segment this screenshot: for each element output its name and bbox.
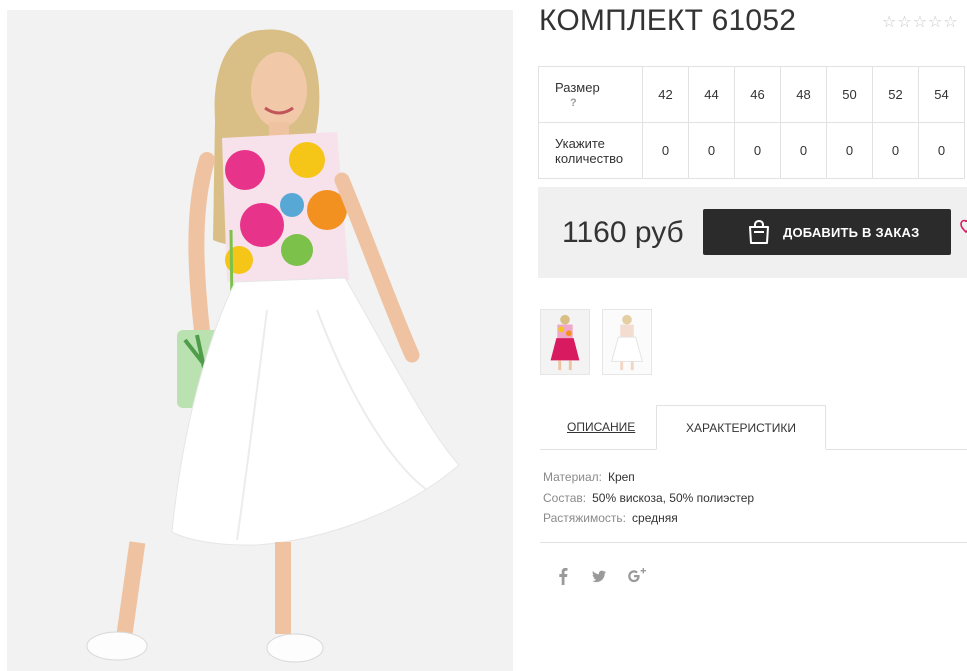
quantity-label-cell: Укажите количество	[538, 122, 643, 179]
characteristics-list: Материал: Креп Состав: 50% вискоза, 50% по…	[543, 467, 754, 529]
characteristic-value: средняя	[632, 511, 678, 525]
size-cell: 46	[734, 66, 781, 123]
size-help-icon[interactable]: ?	[555, 97, 642, 109]
quantity-label-line1: Укажите	[555, 135, 605, 151]
tab-characteristics[interactable]: ХАРАКТЕРИСТИКИ	[656, 405, 826, 450]
tab-characteristics-label: ХАРАКТЕРИСТИКИ	[685, 420, 796, 435]
size-label-cell: Размер ?	[538, 66, 643, 123]
characteristic-row: Материал: Креп	[543, 467, 754, 488]
thumbnail-pink-skirt[interactable]	[540, 309, 590, 375]
quantity-input[interactable]: 0	[826, 122, 873, 179]
quantity-input[interactable]: 0	[734, 122, 781, 179]
twitter-glyph	[592, 570, 606, 583]
product-title: КОМПЛЕКТ 61052	[539, 4, 797, 37]
quantity-input[interactable]: 0	[872, 122, 919, 179]
facebook-icon[interactable]	[558, 567, 568, 585]
size-cell: 54	[918, 66, 965, 123]
size-cell: 50	[826, 66, 873, 123]
size-label: Размер	[555, 80, 600, 95]
price: 1160 руб	[562, 216, 684, 249]
google-plus-glyph	[628, 568, 646, 583]
rating-stars[interactable]: ☆☆☆☆☆	[882, 12, 959, 32]
quantity-input[interactable]: 0	[918, 122, 965, 179]
heart-icon[interactable]	[959, 218, 967, 234]
characteristic-row: Растяжимость: средняя	[543, 508, 754, 529]
size-quantity-table: Размер ? 42 44 46 48 50 52 54 Укажите ко…	[538, 66, 965, 179]
quantity-input[interactable]: 0	[688, 122, 735, 179]
price-bar: 1160 руб ДОБАВИТЬ В ЗАКАЗ	[538, 187, 967, 278]
characteristic-key: Состав:	[543, 490, 587, 505]
characteristic-key: Растяжимость:	[543, 511, 627, 525]
characteristic-key: Материал:	[543, 470, 602, 484]
size-cell: 42	[642, 66, 689, 123]
size-cell: 48	[780, 66, 827, 123]
size-cell: 44	[688, 66, 735, 123]
size-row: Размер ? 42 44 46 48 50 52 54	[538, 66, 965, 123]
thumbnail-white-skirt[interactable]	[602, 309, 652, 375]
tab-description[interactable]: ОПИСАНИЕ	[567, 420, 635, 434]
size-cell: 52	[872, 66, 919, 123]
add-to-order-label: ДОБАВИТЬ В ЗАКАЗ	[783, 224, 920, 240]
characteristic-value: 50% вискоза, 50% полиэстер	[592, 490, 755, 505]
quantity-input[interactable]: 0	[780, 122, 827, 179]
thumbnail-image	[603, 310, 651, 374]
add-to-order-button[interactable]: ДОБАВИТЬ В ЗАКАЗ	[703, 209, 951, 255]
thumbnail-image	[541, 310, 589, 374]
model-illustration	[7, 10, 513, 671]
facebook-glyph	[559, 568, 568, 585]
quantity-row: Укажите количество 0 0 0 0 0 0 0	[538, 122, 965, 179]
quantity-label-line2: количество	[555, 150, 624, 166]
shopping-bag-icon	[749, 219, 769, 244]
twitter-icon[interactable]	[591, 567, 607, 585]
google-plus-icon[interactable]	[627, 567, 647, 585]
characteristic-row: Состав: 50% вискоза, 50% полиэстер	[543, 488, 754, 509]
characteristic-value: Креп	[607, 470, 635, 484]
quantity-input[interactable]: 0	[642, 122, 689, 179]
product-page: КОМПЛЕКТ 61052 ☆☆☆☆☆ Размер ? 42 44 46 4…	[0, 0, 967, 671]
main-product-photo[interactable]	[7, 10, 513, 671]
characteristics-divider	[540, 542, 967, 543]
